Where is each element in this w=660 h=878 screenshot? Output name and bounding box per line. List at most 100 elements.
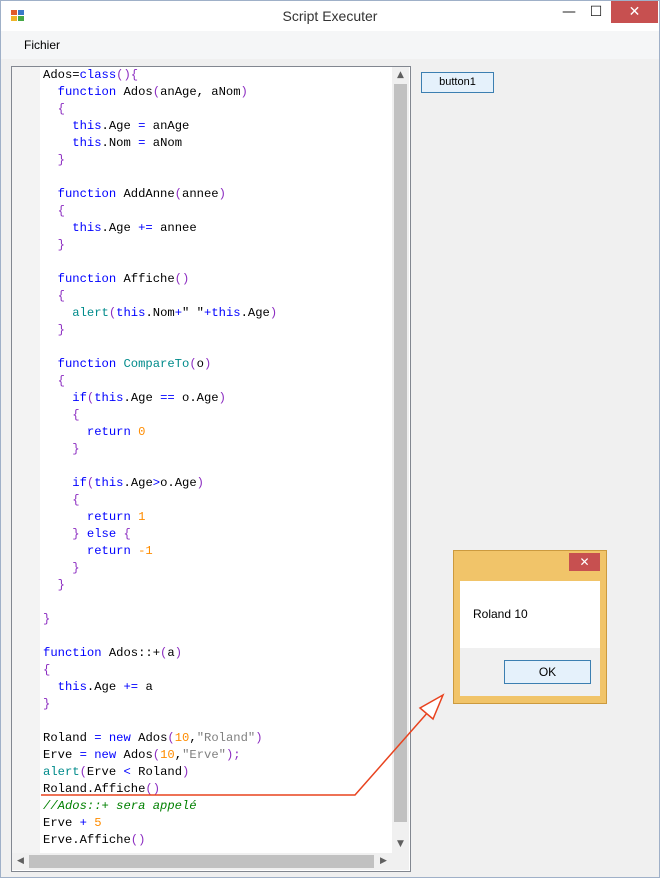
code-token: this [211,306,241,320]
code-token: ( [189,357,197,371]
code-token: function [57,357,117,371]
button1[interactable]: button1 [421,72,494,93]
code-line: return -1 [43,543,153,560]
code-token: this [57,680,87,694]
code-token: o [196,357,204,371]
scroll-right-icon[interactable]: ▶ [375,853,392,870]
dialog-ok-button[interactable]: OK [504,660,591,684]
title-bar[interactable]: Script Executer — ☐ ✕ [1,1,659,31]
code-line: if(this.Age == o.Age) [43,390,226,407]
code-token: ( [152,85,161,99]
code-line: //Ados::+ sera appelé [43,798,197,815]
scroll-up-icon[interactable]: ▲ [392,67,409,84]
code-line: if(this.Age>o.Age) [43,475,204,492]
code-token: a [138,680,153,694]
code-editor[interactable]: Ados=class(){ function Ados(anAge, aNom)… [11,66,411,872]
code-token: 0 [138,425,146,439]
code-token: aNom [145,136,183,150]
code-token: "Roland" [196,731,256,745]
code-token: Erve [43,748,80,762]
code-token: if [72,476,87,490]
maximize-button[interactable]: ☐ [581,1,611,23]
code-token: alert [72,306,109,320]
vertical-scroll-thumb[interactable] [394,84,407,822]
code-line: { [43,101,65,118]
message-dialog: ✕ Roland 10 OK [453,550,607,704]
code-line: function Ados::+(a) [43,645,182,662]
code-token: { [57,102,65,116]
code-token: ) [255,731,263,745]
code-token: this [72,119,102,133]
code-token: 5 [94,816,102,830]
code-token: annee [182,187,219,201]
code-token: ) [174,646,183,660]
dialog-footer: OK [460,648,600,696]
code-token: o.Age [174,391,219,405]
dialog-close-button[interactable]: ✕ [569,553,600,571]
menu-file[interactable]: Fichier [19,37,65,53]
code-line: return 0 [43,424,146,441]
code-token: .Nom [101,136,139,150]
horizontal-scroll-thumb[interactable] [29,855,374,868]
code-line: { [43,288,65,305]
code-token: + [174,306,183,320]
code-line: } else { [43,526,131,543]
code-token: AddAnne [116,187,175,201]
code-token: ( [167,731,175,745]
code-token: o.Age [160,476,197,490]
code-token: Erve [43,816,80,830]
code-token: Ados [130,731,168,745]
code-token: { [123,527,131,541]
scroll-left-icon[interactable]: ◀ [12,853,29,870]
code-line: function Ados(anAge, aNom) [43,84,248,101]
vertical-scrollbar[interactable]: ▲ ▼ [392,67,409,853]
code-token: , [174,748,183,762]
code-line: Erve + 5 [43,815,102,832]
code-token: { [72,408,80,422]
code-token: CompareTo [123,357,190,371]
code-area[interactable]: Ados=class(){ function Ados(anAge, aNom)… [43,67,391,853]
code-line: Erve.Affiche() [43,832,145,849]
code-line: function AddAnne(annee) [43,186,226,203]
code-token: ) [240,85,248,99]
code-token: alert [43,765,80,779]
code-token: { [72,493,80,507]
code-line: } [43,696,50,713]
code-token: .Age [86,680,124,694]
code-token: new [94,748,117,762]
code-line: Ados=class(){ [43,67,138,84]
code-line: this.Age += a [43,679,153,696]
code-token: { [57,204,65,218]
scroll-down-icon[interactable]: ▼ [392,836,409,853]
code-line: { [43,203,65,220]
code-token: .Age [123,391,161,405]
code-token: { [43,663,51,677]
close-button[interactable]: ✕ [611,1,658,23]
code-token: = [94,731,102,745]
code-token: -1 [138,544,153,558]
horizontal-scrollbar[interactable]: ◀ ▶ [12,853,392,870]
scrollbar-corner [392,853,409,870]
code-token: ) [269,306,278,320]
code-token: anAge, aNom [160,85,241,99]
minimize-button[interactable]: — [554,1,584,23]
code-token: ) [218,187,226,201]
code-token: += [123,680,139,694]
code-token: Roland [43,731,95,745]
